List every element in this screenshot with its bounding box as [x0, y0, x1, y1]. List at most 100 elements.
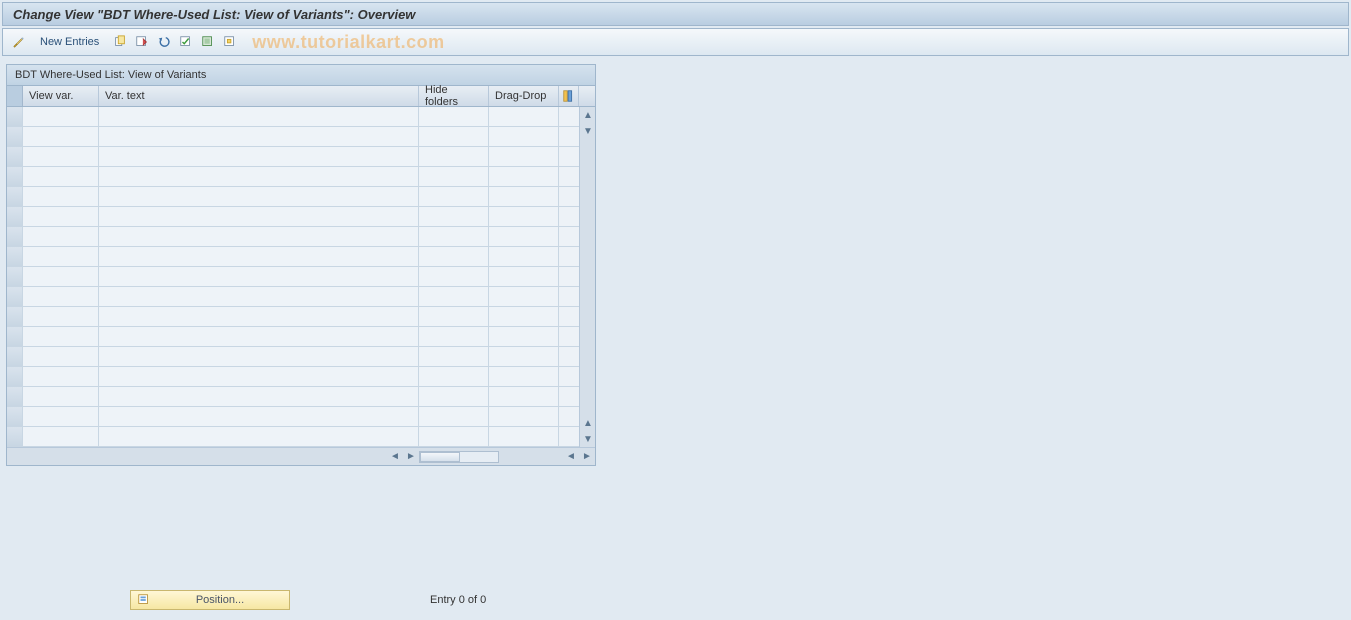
cell-drag-drop[interactable] [489, 387, 559, 406]
cell-var-text[interactable] [99, 367, 419, 386]
row-selector[interactable] [7, 267, 23, 286]
row-selector[interactable] [7, 127, 23, 146]
copy-button[interactable] [110, 32, 130, 52]
cell-hide-folders[interactable] [419, 247, 489, 266]
row-selector[interactable] [7, 327, 23, 346]
position-button[interactable]: Position... [130, 590, 290, 610]
cell-view-var[interactable] [23, 147, 99, 166]
cell-drag-drop[interactable] [489, 107, 559, 126]
cell-drag-drop[interactable] [489, 267, 559, 286]
scroll-right-icon[interactable]: ► [403, 449, 419, 465]
row-selector[interactable] [7, 107, 23, 126]
cell-view-var[interactable] [23, 307, 99, 326]
column-header-drag-drop[interactable]: Drag-Drop [489, 86, 559, 106]
cell-var-text[interactable] [99, 427, 419, 446]
cell-view-var[interactable] [23, 167, 99, 186]
cell-var-text[interactable] [99, 287, 419, 306]
cell-hide-folders[interactable] [419, 367, 489, 386]
cell-drag-drop[interactable] [489, 407, 559, 426]
cell-var-text[interactable] [99, 187, 419, 206]
cell-hide-folders[interactable] [419, 207, 489, 226]
cell-view-var[interactable] [23, 207, 99, 226]
row-selector[interactable] [7, 367, 23, 386]
cell-drag-drop[interactable] [489, 247, 559, 266]
scroll-left2-icon[interactable]: ◄ [563, 449, 579, 465]
column-header-hide-folders[interactable]: Hide folders [419, 86, 489, 106]
cell-view-var[interactable] [23, 427, 99, 446]
cell-var-text[interactable] [99, 267, 419, 286]
cell-var-text[interactable] [99, 207, 419, 226]
cell-drag-drop[interactable] [489, 207, 559, 226]
cell-var-text[interactable] [99, 247, 419, 266]
cell-hide-folders[interactable] [419, 427, 489, 446]
cell-view-var[interactable] [23, 187, 99, 206]
cell-hide-folders[interactable] [419, 147, 489, 166]
row-selector[interactable] [7, 347, 23, 366]
cell-drag-drop[interactable] [489, 327, 559, 346]
cell-var-text[interactable] [99, 127, 419, 146]
cell-var-text[interactable] [99, 107, 419, 126]
cell-view-var[interactable] [23, 407, 99, 426]
cell-drag-drop[interactable] [489, 167, 559, 186]
column-header-view-var[interactable]: View var. [23, 86, 99, 106]
cell-var-text[interactable] [99, 147, 419, 166]
select-all-button[interactable] [176, 32, 196, 52]
cell-view-var[interactable] [23, 367, 99, 386]
scroll-right2-icon[interactable]: ► [579, 449, 595, 465]
table-settings-button[interactable] [559, 86, 579, 106]
row-selector[interactable] [7, 287, 23, 306]
row-selector[interactable] [7, 147, 23, 166]
deselect-all-button[interactable] [220, 32, 240, 52]
column-header-var-text[interactable]: Var. text [99, 86, 419, 106]
cell-hide-folders[interactable] [419, 327, 489, 346]
cell-view-var[interactable] [23, 107, 99, 126]
cell-var-text[interactable] [99, 167, 419, 186]
cell-hide-folders[interactable] [419, 267, 489, 286]
cell-drag-drop[interactable] [489, 227, 559, 246]
row-selector[interactable] [7, 307, 23, 326]
cell-hide-folders[interactable] [419, 347, 489, 366]
cell-view-var[interactable] [23, 247, 99, 266]
select-block-button[interactable] [198, 32, 218, 52]
cell-view-var[interactable] [23, 287, 99, 306]
cell-hide-folders[interactable] [419, 407, 489, 426]
row-selector[interactable] [7, 207, 23, 226]
cell-var-text[interactable] [99, 347, 419, 366]
cell-drag-drop[interactable] [489, 427, 559, 446]
cell-view-var[interactable] [23, 347, 99, 366]
cell-var-text[interactable] [99, 387, 419, 406]
cell-var-text[interactable] [99, 407, 419, 426]
cell-hide-folders[interactable] [419, 307, 489, 326]
cell-view-var[interactable] [23, 387, 99, 406]
cell-hide-folders[interactable] [419, 127, 489, 146]
horizontal-scrollbar[interactable]: ◄ ► ◄ ► [7, 447, 595, 465]
row-selector[interactable] [7, 187, 23, 206]
scroll-down2-icon[interactable]: ▼ [580, 431, 596, 447]
row-selector[interactable] [7, 227, 23, 246]
cell-hide-folders[interactable] [419, 167, 489, 186]
vertical-scrollbar[interactable]: ▲ ▼ ▲ ▼ [579, 107, 595, 447]
scroll-up2-icon[interactable]: ▲ [580, 415, 596, 431]
new-entries-button[interactable]: New Entries [31, 32, 108, 52]
row-selector[interactable] [7, 427, 23, 446]
row-selector[interactable] [7, 247, 23, 266]
row-selector[interactable] [7, 407, 23, 426]
scroll-down-icon[interactable]: ▼ [580, 123, 596, 139]
cell-hide-folders[interactable] [419, 227, 489, 246]
row-selector[interactable] [7, 387, 23, 406]
cell-drag-drop[interactable] [489, 187, 559, 206]
row-selector[interactable] [7, 167, 23, 186]
cell-hide-folders[interactable] [419, 287, 489, 306]
cell-drag-drop[interactable] [489, 367, 559, 386]
cell-drag-drop[interactable] [489, 127, 559, 146]
display-change-button[interactable] [9, 32, 29, 52]
cell-var-text[interactable] [99, 327, 419, 346]
cell-drag-drop[interactable] [489, 147, 559, 166]
undo-button[interactable] [154, 32, 174, 52]
cell-drag-drop[interactable] [489, 347, 559, 366]
scroll-thumb[interactable] [420, 452, 460, 462]
scroll-track[interactable] [419, 451, 499, 463]
cell-view-var[interactable] [23, 327, 99, 346]
cell-drag-drop[interactable] [489, 287, 559, 306]
scroll-up-icon[interactable]: ▲ [580, 107, 596, 123]
